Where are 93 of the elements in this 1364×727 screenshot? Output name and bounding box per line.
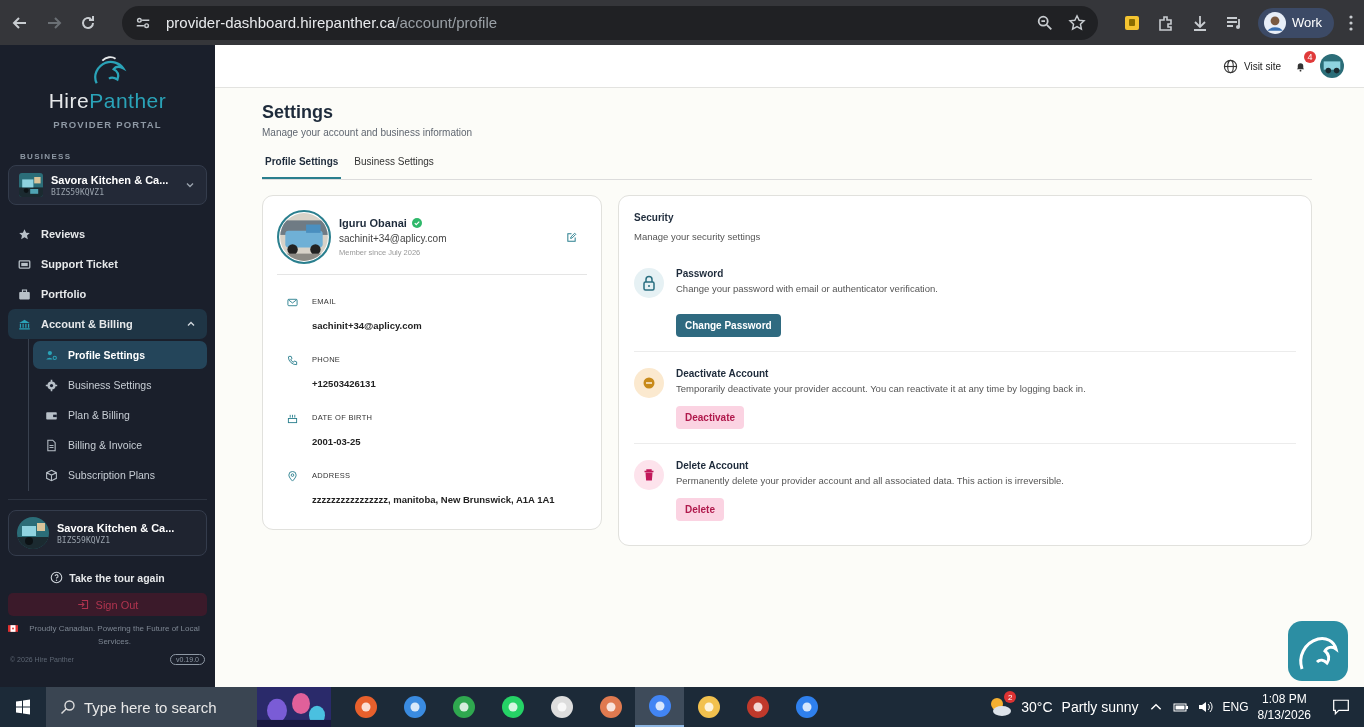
nav-item[interactable]: Billing & Invoice: [33, 431, 207, 459]
user-email: sachinit+34@aplicy.com: [339, 233, 448, 244]
nav-icon: [45, 378, 58, 392]
business-card[interactable]: Savora Kitchen & Ca... BIZS59KQVZ1: [8, 510, 207, 556]
star-icon[interactable]: [1067, 13, 1086, 32]
app-icon[interactable]: [451, 695, 476, 719]
weather-icon: [988, 695, 1013, 719]
volume-icon[interactable]: [1197, 700, 1214, 714]
field-icon: [287, 413, 298, 424]
section-title: Security: [634, 212, 675, 223]
tab[interactable]: Business Settings: [351, 156, 437, 179]
visit-site-link[interactable]: Visit site: [1222, 58, 1281, 74]
nav-icon: [45, 438, 58, 452]
app-icon[interactable]: [353, 695, 378, 719]
field-value: +12503426131: [312, 378, 376, 389]
tagline: Proudly Canadian. Powering the Future of Local Services.: [28, 623, 201, 648]
nav-icon: [18, 287, 31, 301]
app-icon[interactable]: [794, 695, 819, 719]
business-name: Savora Kitchen & Ca...: [51, 173, 170, 186]
nav-icon: [18, 257, 31, 271]
profile-button[interactable]: Work: [1257, 7, 1334, 38]
app-icon[interactable]: [647, 694, 672, 718]
portal-label: PROVIDER PORTAL: [53, 119, 162, 130]
start-icon[interactable]: [15, 699, 31, 715]
setting-description: Temporarily deactivate your provider account. You can reactivate it at any time by logging back in.: [676, 383, 1086, 394]
language-indicator[interactable]: ENG: [1222, 700, 1249, 714]
clock-date[interactable]: 8/13/2026: [1257, 707, 1311, 723]
setting-title: Password: [676, 268, 725, 279]
edit-icon[interactable]: [566, 231, 577, 243]
setting-title: Deactivate Account: [676, 368, 770, 379]
notification-badge: 4: [1304, 50, 1316, 63]
pause-icon: [634, 368, 664, 398]
page-title: Settings: [262, 102, 334, 123]
weather-badge: 2: [1004, 691, 1017, 703]
nav-item[interactable]: Portfolio: [8, 279, 207, 309]
tab[interactable]: Profile Settings: [262, 156, 342, 179]
field-value: sachinit+34@aplicy.com: [312, 320, 422, 331]
setting-description: Permanently delete your provider account and all associated data. This action is irreversible.: [676, 475, 1064, 486]
nav-icon: [45, 348, 58, 362]
search-field[interactable]: Type here to search: [46, 687, 257, 727]
battery-icon[interactable]: [1172, 700, 1189, 714]
nav-item[interactable]: Subscription Plans: [33, 461, 207, 489]
deactivate-button[interactable]: Deactivate: [676, 406, 745, 429]
field-icon: [287, 297, 298, 308]
business-name: Savora Kitchen & Ca...: [57, 521, 176, 534]
section-label: BUSINESS: [20, 152, 73, 161]
nav-item[interactable]: Support Ticket: [8, 249, 207, 279]
business-id: BIZS59KQVZ1: [57, 535, 111, 545]
app-icon[interactable]: [696, 695, 721, 719]
tour-button[interactable]: Take the tour again: [44, 570, 171, 585]
url-text[interactable]: provider-dashboard.hirepanther.ca/account/profile: [166, 14, 498, 31]
business-switcher[interactable]: Savora Kitchen & Ca... BIZS59KQVZ1: [8, 165, 207, 205]
setting-description: Change your password with email or authenticator verification.: [676, 283, 938, 294]
nav-icon: [45, 468, 58, 482]
avatar-icon: [1263, 11, 1286, 34]
field-value: zzzzzzzzzzzzzzzz, manitoba, New Brunswick, A1A 1A1: [312, 494, 555, 505]
temperature: 30°C: [1021, 699, 1053, 715]
address-bar[interactable]: provider-dashboard.hirepanther.ca/account/profile: [122, 5, 1098, 40]
app-icon[interactable]: [745, 695, 770, 719]
nav-item[interactable]: Account & Billing: [8, 309, 207, 339]
search-icon: [60, 699, 76, 715]
app-icon[interactable]: [598, 695, 623, 719]
nav-item[interactable]: Profile Settings: [33, 341, 207, 369]
field-icon: [287, 355, 298, 366]
globe-icon: [1222, 58, 1238, 74]
brand-name: HirePanther: [48, 89, 167, 113]
nav-item[interactable]: Business Settings: [33, 371, 207, 399]
setting-title: Delete Account: [676, 460, 750, 471]
page-subtitle: Manage your account and business information: [262, 127, 474, 138]
clock-time[interactable]: 1:08 PM: [1261, 691, 1307, 707]
nav-item[interactable]: Plan & Billing: [33, 401, 207, 429]
app-icon[interactable]: [402, 695, 427, 719]
help-icon: [50, 571, 64, 584]
weather-text: Partly sunny: [1061, 699, 1139, 715]
bell-icon[interactable]: [1295, 60, 1306, 72]
delete-button[interactable]: Delete: [676, 498, 724, 521]
business-id: BIZS59KQVZ1: [51, 187, 105, 197]
sign-out-icon: [76, 598, 90, 611]
field-value: 2001-03-25: [312, 436, 362, 447]
section-subtitle: Manage your security settings: [634, 231, 762, 242]
zoom-icon[interactable]: [1035, 13, 1054, 32]
app-icon[interactable]: [549, 695, 574, 719]
nav-icon: [18, 317, 31, 331]
lock-icon: [634, 268, 664, 298]
nav-icon: [18, 227, 31, 241]
field-icon: [287, 471, 298, 482]
app-icon[interactable]: [500, 695, 525, 719]
user-name: Iguru Obanai: [339, 217, 407, 229]
trash-icon: [634, 460, 664, 490]
notification-icon[interactable]: [1332, 698, 1350, 716]
change-password-button[interactable]: Change Password: [676, 314, 781, 337]
flag-icon: [8, 625, 18, 632]
nav-item[interactable]: Reviews: [8, 219, 207, 249]
